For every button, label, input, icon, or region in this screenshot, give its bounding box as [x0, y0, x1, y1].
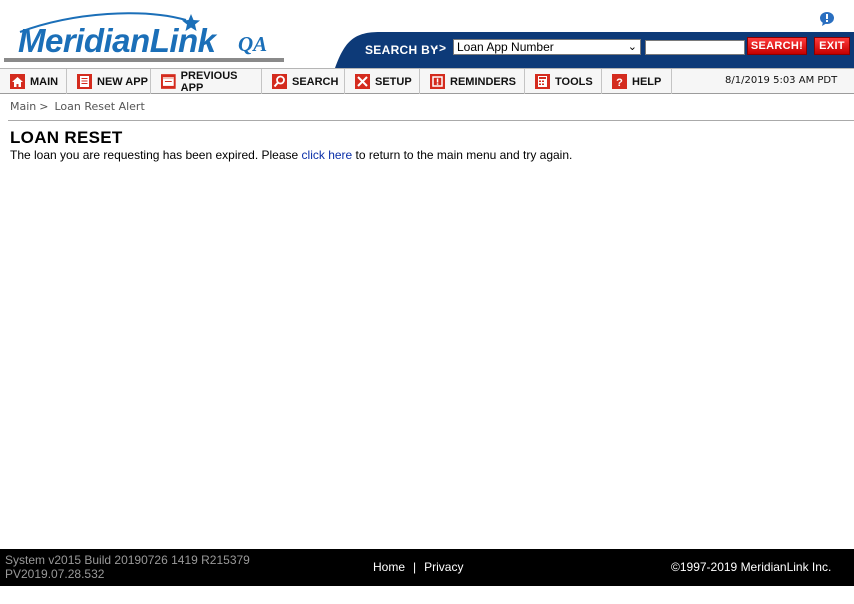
- footer-separator: |: [413, 560, 417, 574]
- question-icon: ?: [612, 74, 627, 89]
- nav-label: TOOLS: [555, 75, 593, 88]
- current-datetime: 8/1/2019 5:03 AM PDT: [725, 75, 838, 86]
- breadcrumb-divider: [8, 120, 854, 121]
- search-input[interactable]: [645, 40, 745, 55]
- breadcrumb: Main > Loan Reset Alert: [10, 100, 145, 113]
- nav-item-setup[interactable]: SETUP: [345, 69, 420, 94]
- alert-icon: [430, 74, 445, 89]
- search-button[interactable]: SEARCH!: [747, 37, 807, 55]
- message-text-after: to return to the main menu and try again…: [352, 148, 573, 162]
- logo-underline: [4, 58, 284, 62]
- nav-label: SEARCH: [292, 75, 339, 88]
- build-line-2: PV2019.07.28.532: [5, 567, 105, 581]
- header: MeridianLink QA SEARCH BY ··> Loan App N…: [0, 0, 854, 68]
- home-icon: [10, 74, 25, 89]
- exit-button[interactable]: EXIT: [814, 37, 850, 55]
- nav-label: NEW APP: [97, 75, 148, 88]
- nav-label: MAIN: [30, 75, 59, 88]
- magnifier-icon: [272, 74, 287, 89]
- nav-item-previous-app[interactable]: PREVIOUS APP: [151, 69, 262, 94]
- search-type-value: Loan App Number: [457, 40, 554, 54]
- footer-privacy-link[interactable]: Privacy: [424, 560, 463, 574]
- breadcrumb-current: Loan Reset Alert: [54, 100, 145, 113]
- folder-icon: [161, 74, 176, 89]
- tools-icon: [355, 74, 370, 89]
- nav-item-help[interactable]: ? HELP: [602, 69, 672, 94]
- copyright: ©1997-2019 MeridianLink Inc.: [671, 560, 832, 574]
- chat-help-icon[interactable]: [819, 11, 835, 27]
- breadcrumb-main[interactable]: Main: [10, 100, 36, 113]
- chevron-down-icon: ⌄: [627, 41, 637, 53]
- message-text-before: The loan you are requesting has been exp…: [10, 148, 302, 162]
- logo-qa-badge: QA: [238, 32, 268, 56]
- nav-item-new-app[interactable]: NEW APP: [67, 69, 151, 94]
- svg-text:?: ?: [616, 77, 623, 89]
- footer: System v2015 Build 20190726 1419 R215379…: [0, 549, 854, 586]
- nav-item-reminders[interactable]: REMINDERS: [420, 69, 525, 94]
- search-type-select[interactable]: Loan App Number ⌄: [453, 39, 641, 55]
- nav-label: PREVIOUS APP: [180, 69, 238, 94]
- build-line-1: System v2015 Build 20190726 1419 R215379: [5, 553, 250, 567]
- main-nav: MAIN NEW APP PREVIOUS APP SEARCH SETUP R…: [0, 68, 854, 94]
- calculator-icon: [535, 74, 550, 89]
- document-icon: [77, 74, 92, 89]
- nav-label: HELP: [632, 75, 662, 88]
- page-title: LOAN RESET: [10, 128, 123, 147]
- nav-item-tools[interactable]: TOOLS: [525, 69, 602, 94]
- nav-label: REMINDERS: [450, 75, 517, 88]
- search-bar: SEARCH BY ··> Loan App Number ⌄ SEARCH! …: [335, 30, 854, 68]
- footer-home-link[interactable]: Home: [373, 560, 405, 574]
- nav-item-main[interactable]: MAIN: [0, 69, 67, 94]
- nav-item-search[interactable]: SEARCH: [262, 69, 345, 94]
- expired-message: The loan you are requesting has been exp…: [10, 148, 572, 162]
- breadcrumb-separator: >: [39, 100, 49, 113]
- build-info: System v2015 Build 20190726 1419 R215379…: [5, 553, 250, 581]
- footer-links: Home | Privacy: [373, 560, 463, 574]
- search-by-label: SEARCH BY: [365, 43, 439, 57]
- logo-wordmark: MeridianLink: [18, 22, 216, 59]
- click-here-link[interactable]: click here: [302, 148, 353, 162]
- nav-label: SETUP: [375, 75, 412, 88]
- meridianlink-logo[interactable]: MeridianLink QA: [14, 10, 284, 62]
- search-arrow-icon: ··>: [431, 41, 446, 55]
